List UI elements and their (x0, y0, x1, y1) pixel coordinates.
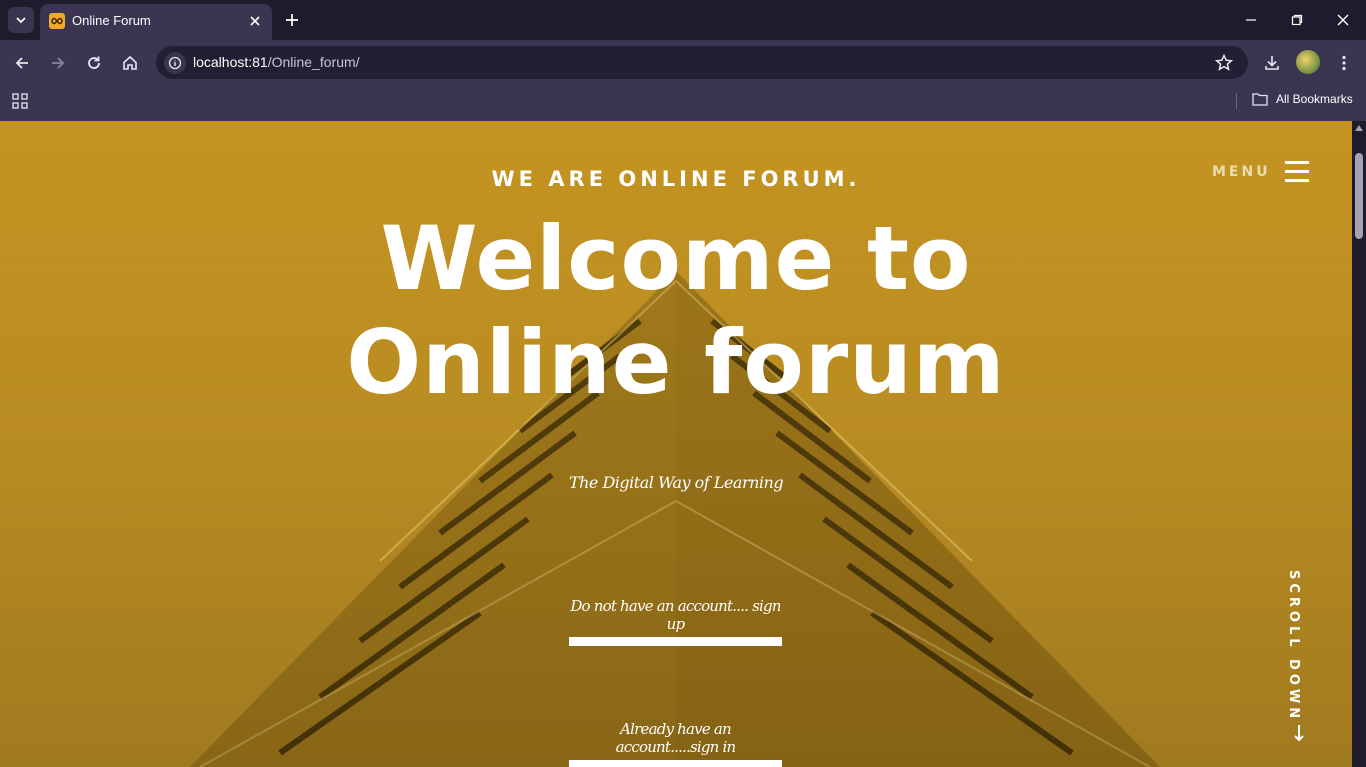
signup-link[interactable]: Do not have an account.... sign up (569, 597, 782, 646)
scrollbar-thumb[interactable] (1355, 153, 1363, 239)
page-scrollbar[interactable] (1352, 121, 1366, 767)
more-vertical-icon (1342, 55, 1346, 71)
tab-strip: Online Forum (0, 0, 1366, 40)
back-button[interactable] (10, 51, 34, 75)
window-close-button[interactable] (1331, 8, 1355, 32)
reload-button[interactable] (82, 51, 106, 75)
browser-toolbar: localhost:81/Online_forum/ (0, 40, 1366, 85)
home-icon (123, 55, 137, 70)
menu-label: MENU (1212, 164, 1271, 180)
signin-link[interactable]: Already have an account.....sign in (569, 720, 782, 767)
browser-menu-button[interactable] (1332, 51, 1356, 75)
scroll-down-label: SCROLL DOWN (1286, 570, 1301, 723)
bookmarks-bar: All Bookmarks (0, 85, 1366, 121)
minimize-button[interactable] (1239, 8, 1263, 32)
site-info-button[interactable] (164, 52, 186, 74)
scroll-down-link[interactable]: SCROLL DOWN (1286, 570, 1312, 750)
page-viewport: WE ARE ONLINE FORUM. Welcome to Online f… (0, 121, 1352, 767)
hero-tagline: WE ARE ONLINE FORUM. (491, 167, 861, 191)
bookmark-star-icon[interactable] (1214, 53, 1234, 73)
site-menu-toggle[interactable]: MENU (1212, 161, 1309, 183)
forward-button[interactable] (46, 51, 70, 75)
signup-link-label: Do not have an account.... sign up (570, 597, 781, 633)
download-icon (1265, 56, 1279, 70)
hero-subtitle: The Digital Way of Learning (568, 473, 784, 492)
downloads-button[interactable] (1260, 51, 1284, 75)
restore-icon (1291, 14, 1303, 26)
hero-title: Welcome to Online forum (346, 207, 1006, 414)
tab-title: Online Forum (72, 13, 151, 28)
bookmarks-separator (1236, 93, 1237, 109)
all-bookmarks-button[interactable]: All Bookmarks (1252, 92, 1353, 106)
close-icon (1337, 14, 1349, 26)
arrow-right-icon (52, 57, 65, 69)
address-bar[interactable]: localhost:81/Online_forum/ (156, 46, 1248, 79)
tab-search-button[interactable] (8, 7, 34, 33)
arrow-left-icon (15, 57, 28, 69)
restore-button[interactable] (1285, 8, 1309, 32)
new-tab-icon[interactable] (282, 10, 302, 30)
apps-grid-icon[interactable] (12, 93, 28, 109)
chevron-down-icon (16, 17, 26, 24)
hamburger-icon (1284, 161, 1309, 183)
signup-underline (569, 637, 782, 646)
signin-link-label: Already have an account.....sign in (615, 720, 737, 756)
site-info-icon (168, 56, 182, 70)
arrow-down-icon (1294, 725, 1304, 742)
signin-underline (569, 760, 782, 767)
url-host: localhost:81 (193, 54, 268, 70)
url-text[interactable]: localhost:81/Online_forum/ (193, 54, 360, 70)
minimize-icon (1246, 19, 1256, 21)
home-button[interactable] (118, 51, 142, 75)
close-icon[interactable] (246, 12, 264, 30)
infinity-icon (49, 13, 65, 29)
folder-icon (1252, 93, 1268, 106)
scroll-up-arrow-icon[interactable] (1355, 125, 1363, 131)
all-bookmarks-label: All Bookmarks (1276, 92, 1353, 106)
profile-avatar[interactable] (1296, 50, 1320, 74)
browser-tab[interactable]: Online Forum (40, 4, 272, 40)
url-path: /Online_forum/ (267, 54, 360, 70)
reload-icon (88, 56, 100, 69)
